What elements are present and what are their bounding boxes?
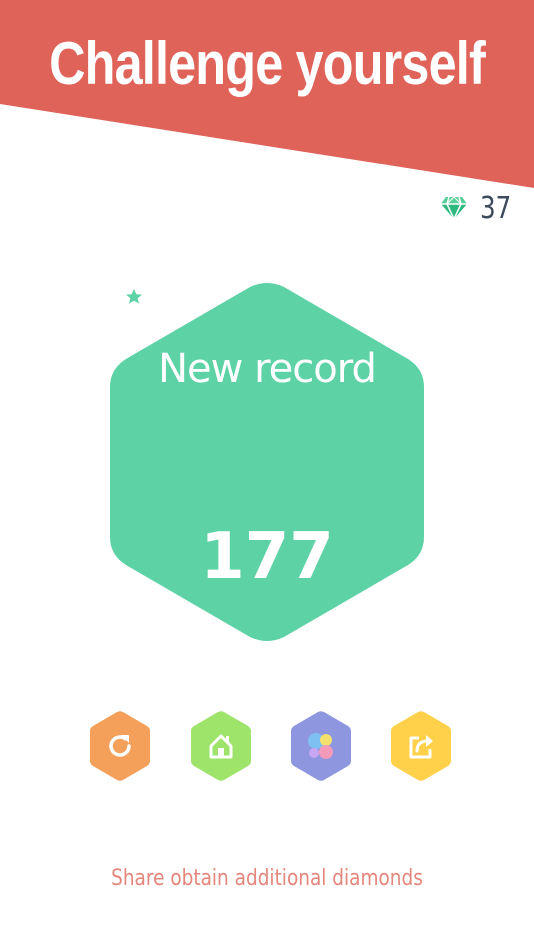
trophy-icon bbox=[109, 284, 159, 328]
share-button[interactable] bbox=[389, 710, 453, 782]
home-button[interactable] bbox=[189, 710, 253, 782]
game-center-button[interactable] bbox=[289, 710, 353, 782]
diamond-counter: 37 bbox=[440, 186, 518, 230]
share-icon bbox=[409, 735, 433, 759]
header-banner: Challenge yourself bbox=[0, 0, 534, 190]
home-icon bbox=[209, 734, 233, 759]
score-value: 177 bbox=[200, 520, 334, 594]
share-hint-text: Share obtain additional diamonds bbox=[111, 866, 423, 891]
action-bar bbox=[0, 710, 534, 782]
new-record-label: New record bbox=[158, 346, 377, 392]
replay-icon bbox=[109, 735, 131, 757]
page-title: Challenge yourself bbox=[49, 30, 486, 97]
diamond-count: 37 bbox=[479, 190, 512, 226]
game-center-icon bbox=[308, 733, 333, 759]
diamond-icon bbox=[440, 196, 467, 220]
replay-button[interactable] bbox=[88, 710, 152, 782]
result-hexagon: New record 177 bbox=[106, 281, 428, 643]
